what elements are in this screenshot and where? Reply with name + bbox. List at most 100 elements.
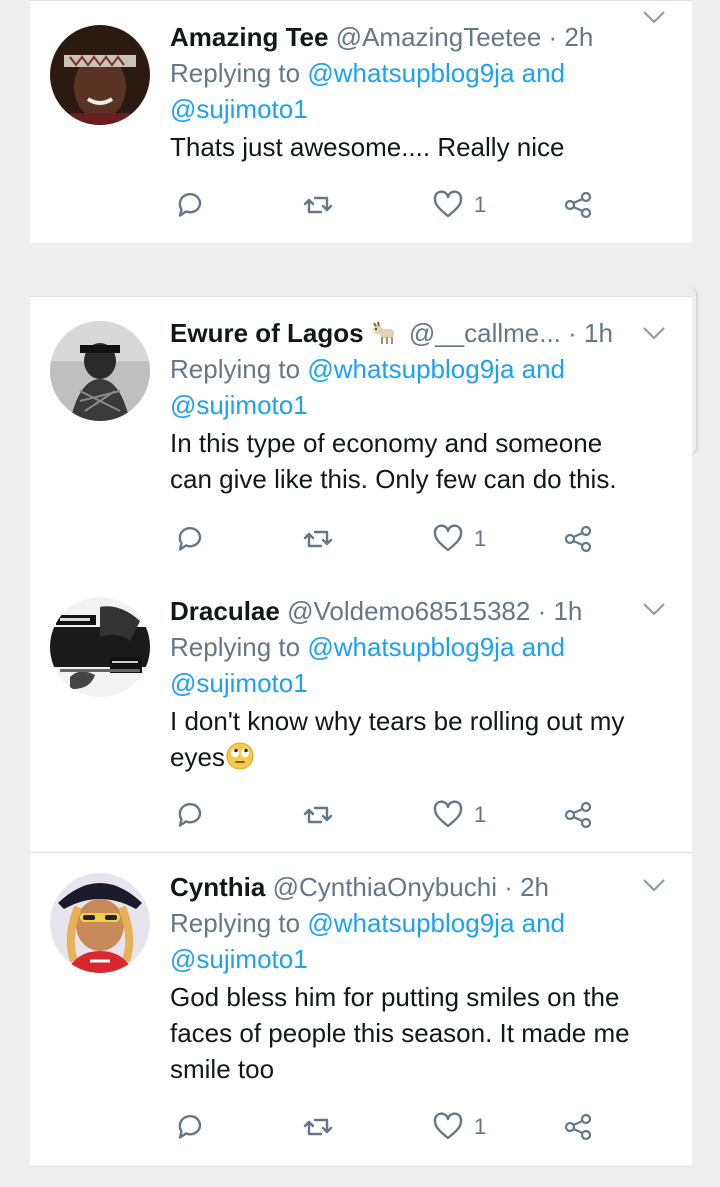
tweet-content: Amazing Tee @AmazingTeetee · 2h Replying… (170, 19, 692, 165)
retweet-button[interactable] (302, 519, 334, 559)
replying-to-line2: @sujimoto1 (170, 665, 692, 701)
tweet-text-line: can give like this. Only few can do this… (170, 464, 617, 494)
chevron-down-icon[interactable] (642, 601, 666, 617)
mention-link[interactable]: @sujimoto1 (170, 390, 308, 420)
display-name[interactable]: Draculae (170, 596, 280, 626)
timestamp[interactable]: · 2h (549, 22, 594, 52)
retweet-button[interactable] (302, 795, 334, 835)
tweet-text-line: faces of people this season. It made me (170, 1018, 630, 1048)
replying-to-line2: @sujimoto1 (170, 91, 692, 127)
like-count: 1 (474, 526, 487, 551)
scrollbar[interactable] (676, 286, 698, 456)
handle[interactable]: @AmazingTeetee (336, 22, 542, 52)
share-button[interactable] (562, 795, 594, 835)
mention-and[interactable]: and (522, 354, 565, 384)
mention-link[interactable]: @sujimoto1 (170, 944, 308, 974)
handle[interactable]: @CynthiaOnybuchi (273, 872, 497, 902)
tweet-actions: 1 (170, 519, 610, 559)
tweet-text-span: eyes (170, 742, 225, 772)
reply-button[interactable] (174, 519, 206, 559)
mention-link[interactable]: @whatsupblog9ja (307, 908, 514, 938)
tweet-content: Cynthia @CynthiaOnybuchi · 2h Replying t… (170, 869, 692, 1087)
share-button[interactable] (562, 519, 594, 559)
tweet-card[interactable]: Ewure of Lagos @__callme... · 1h Replyin… (30, 296, 692, 578)
replying-to-label: Replying to (170, 354, 301, 384)
reply-button[interactable] (174, 185, 206, 225)
tweet-text-line: smile too (170, 1054, 275, 1084)
tweet-actions: 1 (170, 1107, 610, 1147)
retweet-icon (303, 806, 333, 824)
tweet-card[interactable]: Amazing Tee @AmazingTeetee · 2h Replying… (30, 0, 692, 243)
display-name[interactable]: Ewure of Lagos (170, 318, 364, 348)
tweet-actions: 1 (170, 795, 610, 835)
mention-link[interactable]: @sujimoto1 (170, 668, 308, 698)
replying-to-line2: @sujimoto1 (170, 387, 692, 423)
share-button[interactable] (562, 185, 594, 225)
replying-to-label: Replying to (170, 908, 301, 938)
handle[interactable]: @__callme... (409, 318, 561, 348)
replying-to-label: Replying to (170, 632, 301, 662)
mention-and[interactable]: and (522, 908, 565, 938)
tweet-header: Ewure of Lagos @__callme... · 1h (170, 315, 692, 351)
heart-icon (433, 800, 463, 828)
timestamp[interactable]: · 1h (538, 596, 583, 626)
share-icon (564, 191, 592, 219)
share-icon (564, 801, 592, 829)
display-name[interactable]: Amazing Tee (170, 22, 328, 52)
tweet-text-line: In this type of economy and someone (170, 428, 603, 458)
tweet-text: Thats just awesome.... Really nice (170, 129, 692, 165)
reply-icon (178, 193, 202, 217)
avatar[interactable] (50, 873, 150, 973)
mention-link[interactable]: @sujimoto1 (170, 94, 308, 124)
tweet-text-line: I don't know why tears be rolling out my (170, 706, 625, 736)
replying-to: Replying to @whatsupblog9ja and (170, 351, 692, 387)
like-button[interactable]: 1 (432, 519, 486, 559)
tweet-content: Draculae @Voldemo68515382 · 1h Replying … (170, 593, 692, 775)
like-button[interactable]: 1 (432, 1107, 486, 1147)
retweet-icon (303, 530, 333, 548)
reply-button[interactable] (174, 1107, 206, 1147)
mention-and[interactable]: and (522, 58, 565, 88)
tweet-card[interactable]: Cynthia @CynthiaOnybuchi · 2h Replying t… (30, 853, 692, 1165)
avatar[interactable] (50, 25, 150, 125)
mention-link[interactable]: @whatsupblog9ja (307, 632, 514, 662)
mention-and[interactable]: and (522, 632, 565, 662)
tweet-text: God bless him for putting smiles on the … (170, 979, 692, 1087)
reply-button[interactable] (174, 795, 206, 835)
tweet-content: Ewure of Lagos @__callme... · 1h Replyin… (170, 315, 692, 497)
like-count: 1 (474, 192, 487, 217)
heart-icon (433, 1112, 463, 1140)
mention-link[interactable]: @whatsupblog9ja (307, 354, 514, 384)
retweet-button[interactable] (302, 1107, 334, 1147)
replying-to: Replying to @whatsupblog9ja and (170, 55, 692, 91)
avatar[interactable] (50, 597, 150, 697)
chevron-down-icon[interactable] (642, 325, 666, 341)
chevron-down-icon[interactable] (642, 9, 666, 25)
replying-to-line2: @sujimoto1 (170, 941, 692, 977)
like-count: 1 (474, 802, 487, 827)
goat-icon (368, 317, 398, 347)
like-button[interactable]: 1 (432, 795, 486, 835)
retweet-icon (303, 196, 333, 214)
retweet-button[interactable] (302, 185, 334, 225)
timestamp[interactable]: · 1h (568, 318, 613, 348)
display-name[interactable]: Cynthia (170, 872, 265, 902)
heart-icon (433, 190, 463, 218)
share-button[interactable] (562, 1107, 594, 1147)
like-button[interactable]: 1 (432, 185, 486, 225)
share-icon (564, 525, 592, 553)
avatar[interactable] (50, 321, 150, 421)
tweet-card[interactable]: Draculae @Voldemo68515382 · 1h Replying … (30, 577, 692, 853)
rolling-eyes-icon (225, 741, 255, 771)
share-icon (564, 1113, 592, 1141)
reply-icon (178, 527, 202, 551)
chevron-down-icon[interactable] (642, 877, 666, 893)
tweet-header: Cynthia @CynthiaOnybuchi · 2h (170, 869, 692, 905)
timestamp[interactable]: · 2h (504, 872, 549, 902)
mention-link[interactable]: @whatsupblog9ja (307, 58, 514, 88)
heart-icon (433, 524, 463, 552)
replying-to: Replying to @whatsupblog9ja and (170, 629, 692, 665)
tweet-header: Draculae @Voldemo68515382 · 1h (170, 593, 692, 629)
handle[interactable]: @Voldemo68515382 (287, 596, 530, 626)
like-count: 1 (474, 1114, 487, 1139)
